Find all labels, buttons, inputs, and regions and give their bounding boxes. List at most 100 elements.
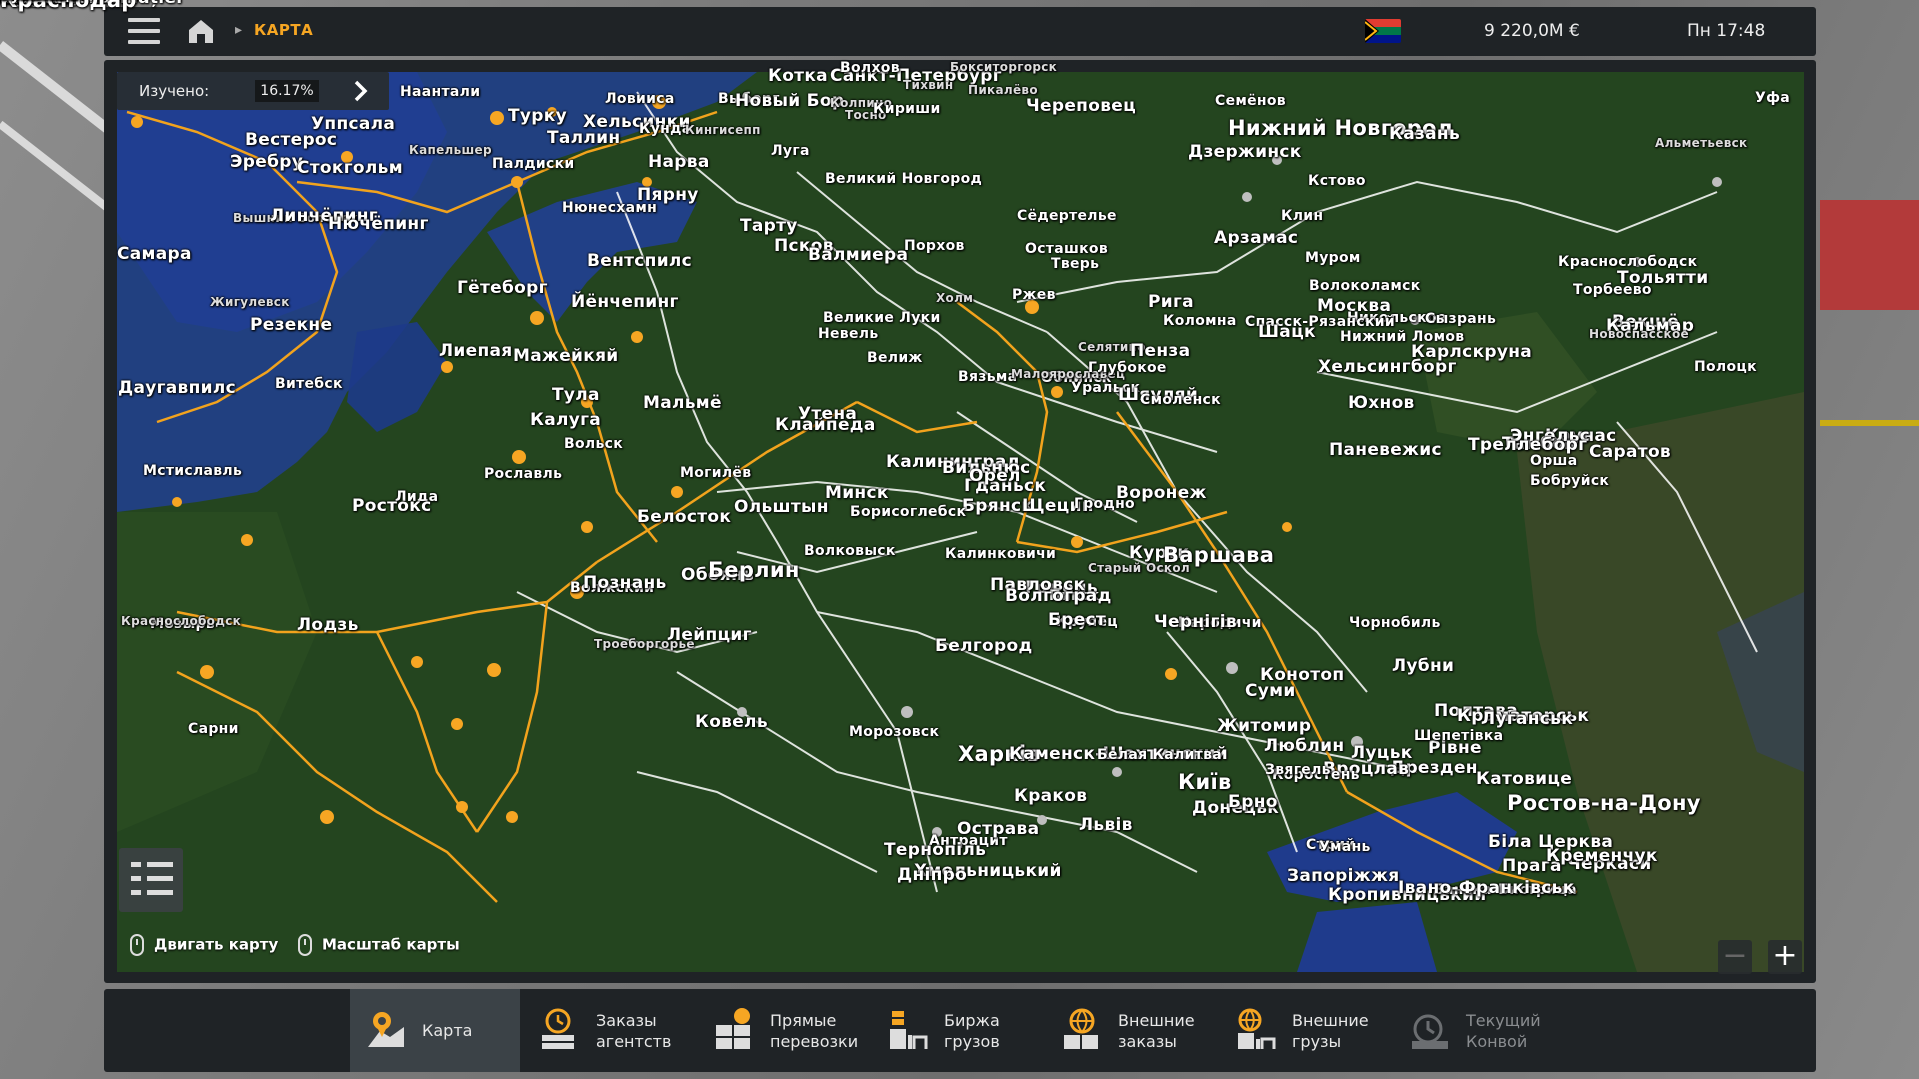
tab-label: перевозки: [770, 1032, 859, 1051]
tab-freight-market[interactable]: Биржа грузов: [872, 989, 1042, 1072]
map-city-label: Кстово: [1308, 173, 1366, 189]
map-city-label: Нарва: [648, 152, 710, 172]
map-city-label: Йёнчепинг: [571, 292, 679, 312]
map-city-label: Лодзь: [297, 615, 359, 635]
map-city-label: Бокситоргорск: [950, 60, 1058, 74]
map-city-label: Паневежис: [1329, 440, 1442, 460]
map-city-label: Палдиски: [492, 156, 575, 172]
map-city-label: Пярну: [637, 185, 699, 205]
map-city-label: Дніпро: [897, 865, 968, 885]
explored-label: Изучено:: [139, 82, 210, 100]
map-city-label: Запоріжжя: [1287, 866, 1400, 886]
map-city-label: Вольск: [564, 436, 623, 452]
map-city-label: Калинковичи: [945, 546, 1057, 562]
tab-label: Заказы: [596, 1011, 657, 1030]
hamburger-menu-icon[interactable]: [128, 18, 160, 44]
map-city-label: Орша: [1530, 453, 1578, 469]
agency-clock-icon: [542, 1008, 574, 1049]
tab-label: Прямые: [770, 1011, 837, 1030]
map-city-label: Суми: [1245, 681, 1296, 701]
tab-current-convoy[interactable]: Текущий Конвой: [1394, 989, 1584, 1072]
tab-external-cargo[interactable]: Внешние грузы: [1220, 989, 1390, 1072]
map-city-label: Краков: [1014, 786, 1088, 806]
map-city-label: Белая Калитва: [1097, 747, 1223, 763]
map-city-label: Кириши: [873, 101, 941, 117]
map-city-label: Жигулевск: [210, 295, 290, 309]
freight-market-icon: [890, 1011, 928, 1049]
map-city-label: Клин: [1281, 208, 1324, 224]
map-city-label: Вязьма: [958, 369, 1018, 385]
map-city-label: Казань: [1389, 124, 1461, 144]
map-city-label: Люблин: [1264, 736, 1345, 756]
map-city-label: Кунда: [639, 121, 692, 137]
globe-cargo-icon: [1238, 1008, 1276, 1049]
map-city-label: Осташков: [1025, 241, 1109, 257]
map-city-label: Треллеборг: [1468, 435, 1588, 455]
tab-map[interactable]: Карта: [350, 989, 520, 1072]
map-city-label: Тула: [552, 385, 600, 405]
map-city-label: Берлин: [708, 558, 800, 582]
map-city-label: Львів: [1079, 815, 1133, 835]
map-city-label: Невель: [818, 326, 879, 342]
tab-label: заказы: [1118, 1032, 1177, 1051]
tab-label: Биржа: [944, 1011, 1000, 1030]
map-city-label: Тернопіль: [884, 840, 987, 860]
map-city-label: Вентспилс: [587, 251, 693, 271]
map-city-label: Рига: [1148, 292, 1194, 312]
map-city-label: Тверь: [1051, 256, 1100, 272]
mouse-wheel-icon: [298, 934, 312, 956]
map-city-label: Саратов: [1589, 442, 1671, 462]
map-city-label: Череповец: [1026, 96, 1136, 116]
map-city-label: Эребру: [230, 152, 304, 172]
tab-label: Внешние: [1292, 1011, 1369, 1030]
map-city-label: Белосток: [637, 507, 732, 527]
map-city-label: Тихвин: [903, 78, 954, 92]
map-city-label: Воронеж: [1116, 483, 1207, 503]
map-city-label: Резекне: [250, 315, 333, 335]
bottom-tab-bar: Карта Заказы агентств Прямые перевозки Бир…: [104, 989, 1816, 1072]
map-city-label: Чернігів: [1154, 612, 1237, 632]
map-city-label: Краснослободск: [121, 614, 242, 628]
map-city-label: Тарту: [740, 216, 798, 236]
map-city-label: Новоспасское: [1589, 327, 1689, 341]
map-city-label: Гётеборг: [457, 278, 548, 298]
map-city-label: Лиепая: [439, 341, 513, 361]
tab-agency-orders[interactable]: Заказы агентств: [524, 989, 694, 1072]
map-city-label: Ольштын: [734, 497, 829, 517]
map-city-label: Шепетівка: [1414, 728, 1504, 744]
chevron-right-icon[interactable]: [345, 76, 375, 106]
map-city-label: Капельшер: [409, 143, 492, 157]
map-city-label: Лубни: [1392, 656, 1455, 676]
map-city-label: Кременчук: [1546, 846, 1658, 866]
zoom-out-button[interactable]: −: [1718, 940, 1752, 974]
map-city-label: Таллин: [547, 128, 621, 148]
map-legend-button[interactable]: [119, 848, 183, 912]
map-city-label: Варшава: [1163, 543, 1275, 567]
map-city-label: Самара: [117, 244, 192, 264]
map-city-label: Ржев: [1012, 287, 1056, 303]
map-city-label: Івано-Франківськ: [1398, 878, 1575, 898]
globe-icon: [1064, 1008, 1098, 1049]
map-city-label: Велиж: [867, 350, 923, 366]
map-city-label: Кингисепп: [685, 123, 761, 137]
map-city-label: Альметьевск: [1655, 136, 1748, 150]
breadcrumb: КАРТА: [254, 21, 314, 39]
map-city-label: Житомир: [1217, 716, 1312, 736]
map-city-label: Уфа: [1755, 90, 1791, 106]
cargo-boxes-icon: [716, 1008, 750, 1049]
map-city-label: Мальмё: [643, 393, 722, 413]
map-city-label: Смоленск: [1140, 392, 1221, 408]
explored-panel: Изучено: 16.17%: [117, 72, 389, 110]
map-city-label: Полоцк: [1694, 359, 1757, 375]
zoom-in-button[interactable]: +: [1768, 940, 1802, 974]
home-icon[interactable]: [186, 17, 216, 45]
map-city-label: Вестерос: [245, 130, 338, 150]
tab-label: грузы: [1292, 1032, 1342, 1051]
map-city-label: Звягель: [1265, 762, 1331, 778]
tab-direct-delivery[interactable]: Прямые перевозки: [698, 989, 868, 1072]
tab-external-contracts[interactable]: Внешние заказы: [1046, 989, 1216, 1072]
tab-label: Конвой: [1466, 1032, 1528, 1051]
map-city-label: Борисоглебск: [850, 504, 967, 520]
map-city-label: Ковель: [695, 712, 768, 732]
map-city-label: Ловииса: [605, 91, 675, 107]
